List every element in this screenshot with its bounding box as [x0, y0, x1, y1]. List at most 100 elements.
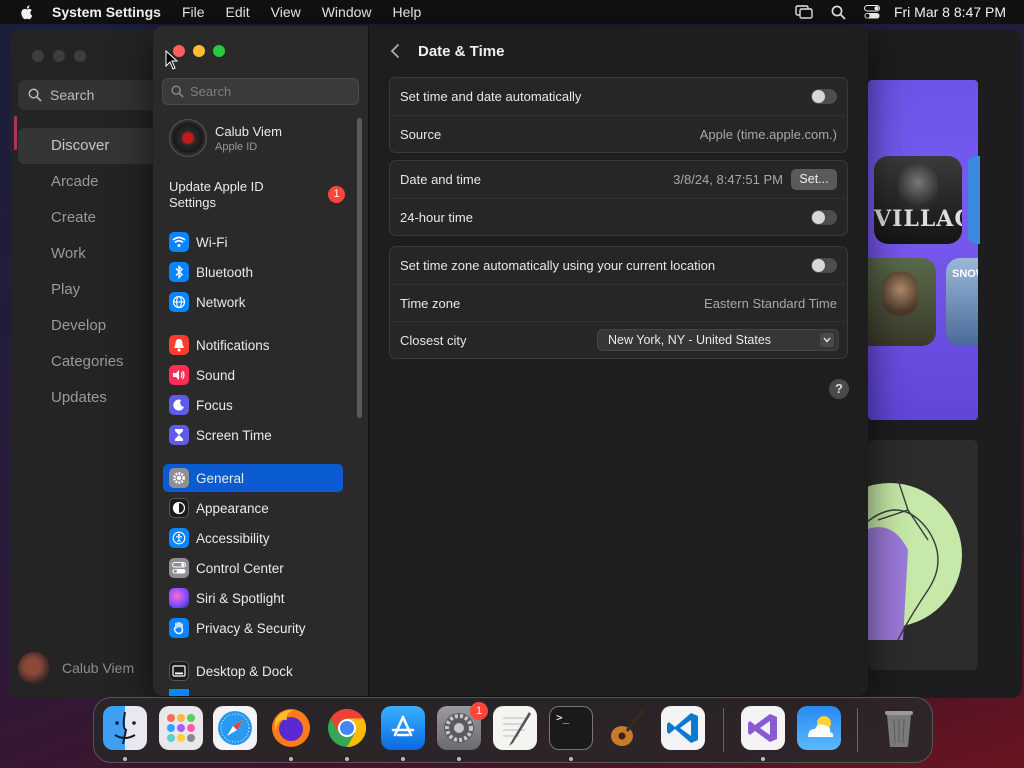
sidebar-item-bluetooth[interactable]: Bluetooth	[163, 258, 343, 286]
menu-file[interactable]: File	[182, 4, 205, 20]
sidebar-item-control-center[interactable]: Control Center	[163, 554, 343, 582]
menu-window[interactable]: Window	[322, 4, 372, 20]
sidebar-item-privacy-security[interactable]: Privacy & Security	[163, 614, 343, 642]
dock-visual-studio[interactable]	[741, 706, 785, 750]
app-store-nav-updates[interactable]: Updates	[18, 380, 168, 416]
death-stranding-tile[interactable]	[868, 258, 936, 346]
village-game-tile[interactable]: VILLAGE	[874, 156, 962, 244]
app-store-nav-develop[interactable]: Develop	[18, 308, 168, 344]
apple-logo-icon[interactable]	[18, 3, 36, 21]
terminal-prompt: >_	[556, 711, 570, 724]
zoom-window-button[interactable]	[213, 45, 225, 57]
sidebar-item-notifications[interactable]: Notifications	[163, 331, 343, 359]
chrome-icon	[328, 708, 367, 748]
village-art	[898, 164, 938, 210]
dock-app-store[interactable]	[381, 706, 425, 750]
sidebar-item-focus[interactable]: Focus	[163, 391, 343, 419]
sidebar-item-siri-spotlight[interactable]: Siri & Spotlight	[163, 584, 343, 612]
menubar-clock[interactable]: Fri Mar 8 8:47 PM	[894, 4, 1006, 20]
visual-studio-icon	[748, 714, 777, 742]
running-indicator	[569, 757, 573, 761]
app-store-nav-work[interactable]: Work	[18, 236, 168, 272]
closest-city-value: New York, NY - United States	[608, 333, 772, 347]
sidebar-item-sound[interactable]: Sound	[163, 361, 343, 389]
menu-help[interactable]: Help	[393, 4, 422, 20]
time-zone-row: Time zone Eastern Standard Time	[390, 284, 847, 321]
dock-garageband[interactable]	[605, 706, 649, 750]
closest-city-row: Closest city New York, NY - United State…	[390, 321, 847, 358]
settings-search-field[interactable]: Search	[162, 78, 359, 105]
set-time-auto-label: Set time and date automatically	[400, 89, 582, 104]
chevron-left-icon[interactable]	[389, 43, 401, 59]
24-hour-toggle[interactable]	[811, 209, 837, 225]
trash-icon	[885, 711, 913, 747]
app-store-nav-discover[interactable]: Discover	[18, 128, 168, 164]
app-store-nav-create[interactable]: Create	[18, 200, 168, 236]
set-time-auto-toggle[interactable]	[811, 89, 837, 104]
menu-app-name[interactable]: System Settings	[52, 4, 161, 20]
settings-sidebar: Search Calub Viem Apple ID Update Apple …	[153, 26, 369, 696]
app-store-nav-categories[interactable]: Categories	[18, 344, 168, 380]
dock-separator	[857, 708, 858, 752]
sidebar-item-label: Network	[196, 294, 246, 310]
date-and-time-label: Date and time	[400, 172, 481, 187]
account-avatar	[169, 119, 207, 157]
app-store-nav-arcade[interactable]: Arcade	[18, 164, 168, 200]
displays-icon	[169, 689, 189, 696]
tz-auto-toggle[interactable]	[811, 258, 837, 273]
sidebar-item-wifi[interactable]: Wi-Fi	[163, 228, 343, 256]
update-apple-id-settings[interactable]: Update Apple ID Settings 1	[169, 179, 359, 211]
sidebar-item-partial[interactable]	[163, 689, 343, 696]
app-store-a-icon	[391, 715, 415, 737]
dock-launchpad[interactable]	[159, 706, 203, 750]
sidebar-item-appearance[interactable]: Appearance	[163, 494, 343, 522]
dock-trash[interactable]	[877, 706, 921, 750]
date-and-time-row: Date and time 3/8/24, 8:47:51 PM Set...	[390, 161, 847, 198]
dock-firefox[interactable]	[269, 706, 313, 750]
control-center-icon[interactable]	[863, 5, 880, 19]
closest-city-select[interactable]: New York, NY - United States	[597, 329, 839, 351]
garageband-guitar-icon	[611, 709, 645, 746]
spotlight-search-icon[interactable]	[831, 5, 846, 20]
help-button[interactable]: ?	[829, 379, 849, 399]
dock-chrome[interactable]	[325, 706, 369, 750]
sidebar-item-label: Accessibility	[196, 530, 270, 546]
apple-id-account[interactable]: Calub Viem Apple ID	[169, 119, 282, 157]
system-settings-badge: 1	[470, 702, 488, 720]
app-store-search-placeholder: Search	[50, 87, 95, 103]
snow-game-tile[interactable]: SNOW	[946, 258, 978, 346]
source-label: Source	[400, 126, 442, 142]
dock-vscode[interactable]	[661, 706, 705, 750]
toggles-icon	[169, 558, 189, 578]
dock-textedit[interactable]	[493, 706, 537, 750]
app-store-account[interactable]: Calub Viem	[18, 652, 134, 684]
sidebar-item-accessibility[interactable]: Accessibility	[163, 524, 343, 552]
app-store-search-field[interactable]: Search	[18, 80, 168, 110]
set-date-time-button[interactable]: Set...	[791, 169, 837, 190]
dock-terminal[interactable]: >_	[549, 706, 593, 750]
village-tile-title: VILLAGE	[874, 206, 962, 232]
finder-face-icon	[114, 711, 136, 745]
menu-edit[interactable]: Edit	[226, 4, 250, 20]
dock-weather[interactable]	[797, 706, 841, 750]
app-store-nav-play[interactable]: Play	[18, 272, 168, 308]
dock-finder[interactable]	[103, 706, 147, 750]
screen-mirroring-icon[interactable]	[795, 5, 813, 19]
system-settings-window[interactable]: Search Calub Viem Apple ID Update Apple …	[153, 26, 868, 696]
dock-safari[interactable]	[213, 706, 257, 750]
date-and-time-value: 3/8/24, 8:47:51 PM	[673, 172, 783, 187]
sidebar-scrollbar[interactable]	[357, 118, 362, 418]
partial-game-tile[interactable]	[968, 156, 980, 244]
sidebar-item-label: Screen Time	[196, 427, 272, 443]
sidebar-item-desktop-dock[interactable]: Desktop & Dock	[163, 657, 343, 685]
menu-view[interactable]: View	[271, 4, 301, 20]
minimize-window-button[interactable]	[193, 45, 205, 57]
sidebar-item-network[interactable]: Network	[163, 288, 343, 316]
date-time-pane: Date & Time Set time and date automatica…	[369, 26, 868, 696]
traffic-lights	[173, 45, 225, 57]
time-zone-group: Set time zone automatically using your c…	[389, 246, 848, 359]
sidebar-item-general[interactable]: General	[163, 464, 343, 492]
bluetooth-icon	[169, 262, 189, 282]
set-time-auto-row: Set time and date automatically	[390, 78, 847, 115]
sidebar-item-screen-time[interactable]: Screen Time	[163, 421, 343, 449]
